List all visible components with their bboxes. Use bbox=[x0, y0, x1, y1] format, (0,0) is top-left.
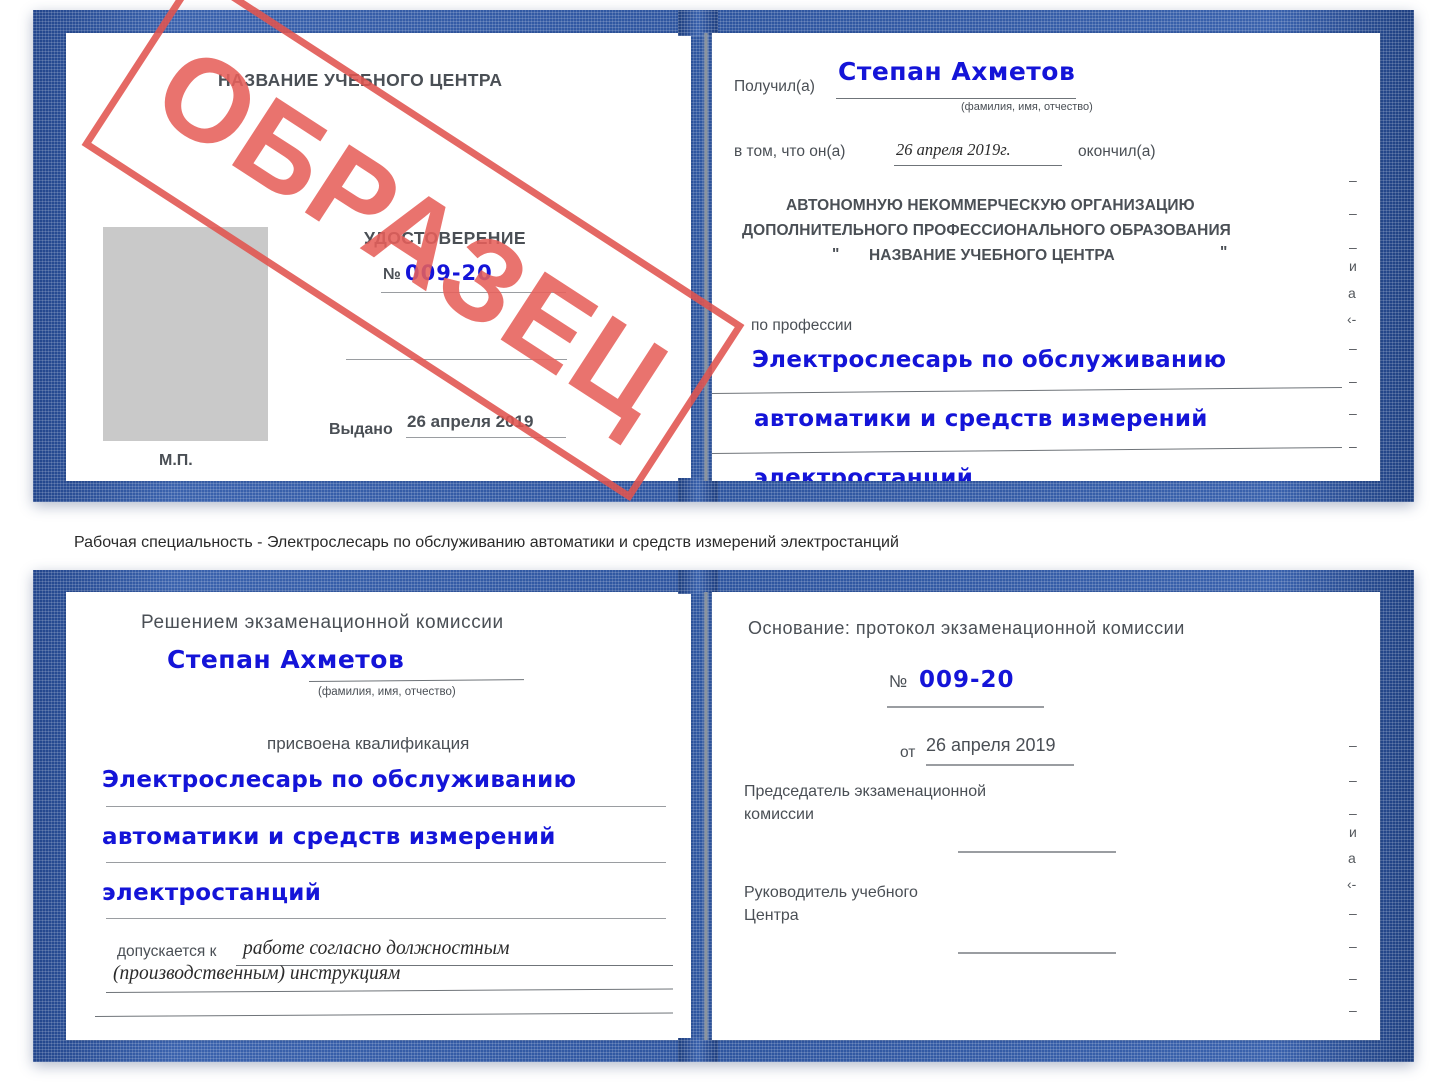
received-rule bbox=[836, 98, 1076, 99]
finished-label: окончил(а) bbox=[1078, 143, 1156, 160]
completion-date-rule bbox=[894, 165, 1062, 166]
certificate-top-spine bbox=[703, 33, 709, 481]
protocol-date-value: 26 апреля 2019 bbox=[926, 735, 1056, 755]
edge-mark-1: – bbox=[1349, 205, 1357, 221]
profession-line-3: электростанций bbox=[754, 465, 974, 481]
protocol-number-rule bbox=[887, 706, 1044, 708]
decision-heading: Решением экзаменационной комиссии bbox=[141, 612, 504, 633]
protocol-date-label: от bbox=[900, 744, 916, 761]
seal-label-mp: М.П. bbox=[159, 452, 193, 469]
profession-label: по профессии bbox=[751, 317, 853, 334]
chairman-signature-rule bbox=[958, 851, 1116, 853]
edge-mark-b6: – bbox=[1349, 905, 1357, 921]
org-line-3: НАЗВАНИЕ УЧЕБНОГО ЦЕНТРА bbox=[869, 247, 1115, 264]
edge-mark-5: ‹- bbox=[1347, 311, 1357, 327]
head-signature-rule bbox=[958, 952, 1116, 954]
issued-label: Выдано bbox=[329, 421, 393, 438]
profession-line-1: Электрослесарь по обслуживанию bbox=[752, 347, 1227, 373]
qualification-line-1: Электрослесарь по обслуживанию bbox=[102, 767, 577, 793]
edge-mark-6: – bbox=[1349, 340, 1357, 356]
edge-mark-2: – bbox=[1349, 239, 1357, 255]
profession-line-2: автоматики и средств измерений bbox=[754, 406, 1208, 432]
protocol-number-value: 009-20 bbox=[919, 667, 1015, 693]
edge-mark-b4: а bbox=[1348, 850, 1356, 866]
org-line-1: АВТОНОМНУЮ НЕКОММЕРЧЕСКУЮ ОРГАНИЗАЦИЮ bbox=[786, 197, 1195, 214]
edge-mark-b5: ‹- bbox=[1347, 876, 1357, 892]
chairman-line-2: комиссии bbox=[744, 806, 814, 823]
protocol-number-label: № bbox=[889, 672, 908, 691]
admitted-line-2: (производственным) инструкциям bbox=[113, 963, 401, 984]
qualification-line-2: автоматики и средств измерений bbox=[102, 824, 556, 850]
certificate-bottom-right-page: Основание: протокол экзаменационной коми… bbox=[712, 592, 1380, 1040]
edge-mark-7: – bbox=[1349, 373, 1357, 389]
edge-mark-8: – bbox=[1349, 405, 1357, 421]
edge-mark-b3: и bbox=[1349, 824, 1357, 840]
certificate-bottom-spine-cover-bottom bbox=[678, 1038, 718, 1062]
qualification-line-3: электростанций bbox=[102, 880, 322, 906]
org-quote-open: " bbox=[832, 246, 840, 263]
chairman-line-1: Председатель экзаменационной bbox=[744, 783, 987, 800]
edge-mark-b9: – bbox=[1349, 1002, 1357, 1018]
org-line-2: ДОПОЛНИТЕЛЬНОГО ПРОФЕССИОНАЛЬНОГО ОБРАЗО… bbox=[742, 222, 1231, 239]
qualification-rule-1 bbox=[106, 806, 666, 807]
edge-mark-9: – bbox=[1349, 438, 1357, 454]
edge-mark-0: – bbox=[1349, 172, 1357, 188]
edge-mark-b7: – bbox=[1349, 938, 1357, 954]
edge-mark-b1: – bbox=[1349, 772, 1357, 788]
org-quote-close: " bbox=[1220, 244, 1228, 261]
protocol-date-rule bbox=[926, 764, 1074, 766]
received-label: Получил(а) bbox=[734, 78, 815, 95]
certificate-bottom-left-page: Решением экзаменационной комиссии Степан… bbox=[66, 592, 691, 1040]
head-line-2: Центра bbox=[744, 907, 799, 924]
admitted-line-1: работе согласно должностным bbox=[243, 938, 510, 959]
in-that-label: в том, что он(а) bbox=[734, 143, 846, 160]
admitted-label: допускается к bbox=[117, 943, 217, 960]
edge-mark-b8: – bbox=[1349, 970, 1357, 986]
photo-placeholder bbox=[103, 227, 268, 441]
edge-mark-4: а bbox=[1348, 285, 1356, 301]
qualification-rule-2 bbox=[106, 862, 666, 863]
certificate-top-spine-cover-bottom bbox=[678, 478, 718, 502]
caption-text: Рабочая специальность - Электрослесарь п… bbox=[74, 534, 899, 551]
basis-label: Основание: протокол экзаменационной коми… bbox=[748, 618, 1185, 638]
edge-mark-b0: – bbox=[1349, 737, 1357, 753]
edge-mark-b2: – bbox=[1349, 805, 1357, 821]
decision-name-value: Степан Ахметов bbox=[167, 645, 405, 674]
head-line-1: Руководитель учебного bbox=[744, 884, 918, 901]
completion-date-value: 26 апреля 2019г. bbox=[896, 140, 1011, 159]
qualification-label: присвоена квалификация bbox=[267, 734, 470, 753]
fio-hint-top: (фамилия, имя, отчество) bbox=[961, 101, 1093, 113]
certificate-bottom-spine bbox=[703, 592, 709, 1040]
fio-hint-bottom: (фамилия, имя, отчество) bbox=[318, 686, 456, 698]
received-name-value: Степан Ахметов bbox=[838, 57, 1076, 86]
certificate-bottom-spine-cover bbox=[678, 570, 718, 594]
edge-mark-3: и bbox=[1349, 258, 1357, 274]
qualification-rule-3 bbox=[106, 918, 666, 919]
certificate-top-right-page: Получил(а) Степан Ахметов (фамилия, имя,… bbox=[712, 33, 1380, 481]
